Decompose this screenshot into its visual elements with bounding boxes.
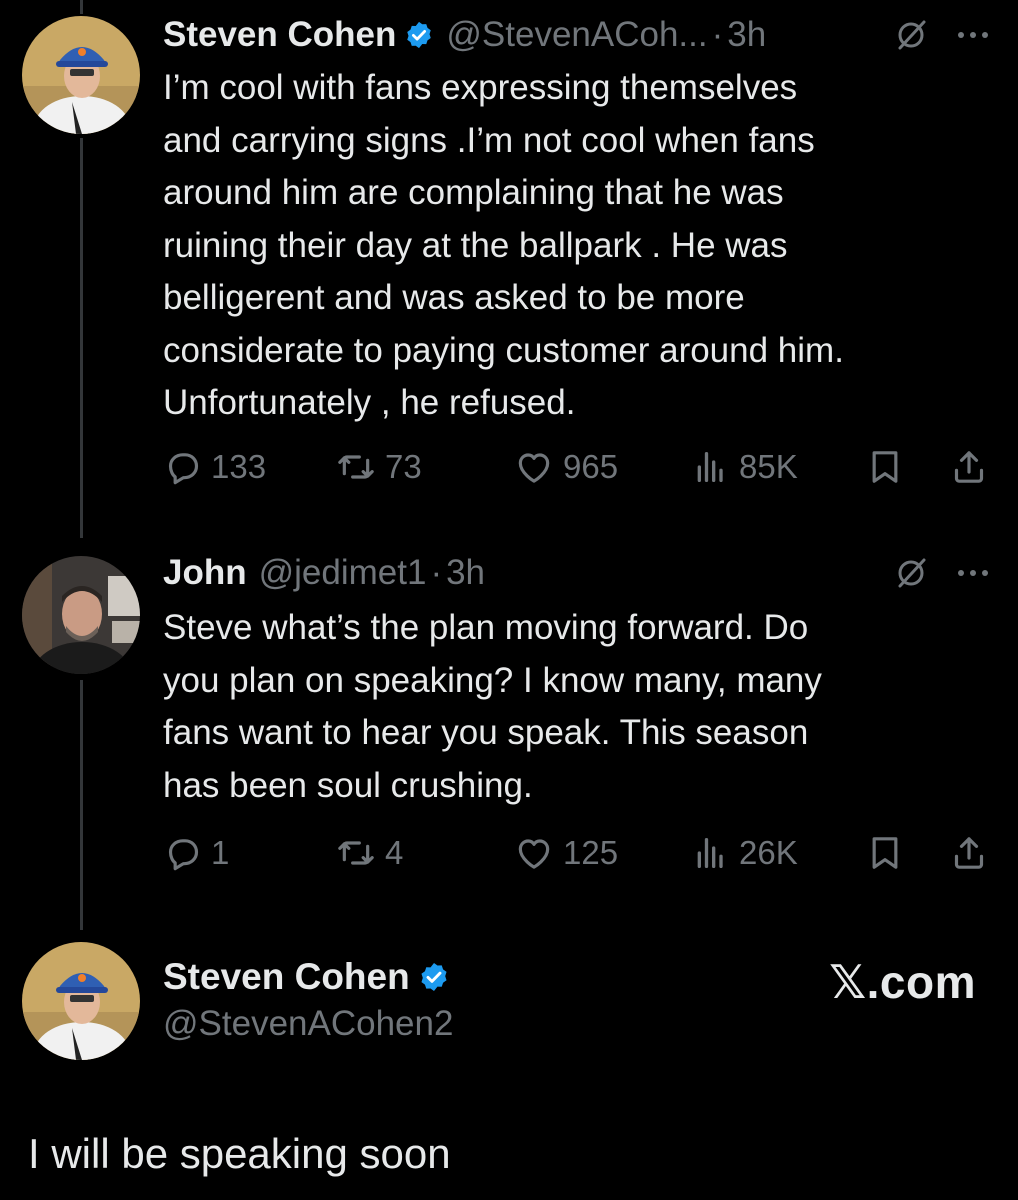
timestamp[interactable]: 3h	[446, 553, 485, 593]
reply-count: 1	[211, 834, 230, 871]
bookmark-button[interactable]	[865, 442, 913, 492]
tweet-text: Steve what’s the plan moving forward. Do…	[163, 608, 822, 805]
thread-line-1	[80, 138, 83, 538]
more-icon[interactable]	[956, 29, 990, 41]
views-icon	[697, 452, 723, 482]
like-button[interactable]: 125	[513, 828, 618, 878]
repost-count: 4	[385, 834, 404, 871]
bookmark-icon	[872, 451, 898, 483]
reply-button[interactable]: 1	[163, 828, 229, 878]
handle[interactable]: @StevenACohen2	[163, 1004, 453, 1044]
tweet-actions: 133 73 965 85K	[163, 442, 995, 492]
separator-dot: ·	[711, 15, 724, 54]
like-icon	[518, 839, 550, 869]
reply-icon	[168, 839, 199, 871]
reply-text: I will be speaking soon	[28, 1130, 451, 1177]
avatar-steven-cohen[interactable]	[22, 16, 140, 134]
display-name[interactable]: Steven Cohen	[163, 15, 396, 55]
thread-line-top	[80, 0, 83, 14]
repost-icon	[338, 455, 374, 479]
share-icon	[954, 837, 984, 869]
profile-card-name-row: Steven Cohen	[163, 952, 450, 1002]
views-count: 26K	[739, 834, 798, 871]
tweet-actions: 1 4 125 26K	[163, 828, 995, 878]
grok-icon[interactable]	[894, 556, 928, 590]
like-count: 965	[563, 448, 619, 485]
more-icon[interactable]	[956, 567, 990, 579]
avatar-john[interactable]	[22, 556, 140, 674]
display-name[interactable]: Steven Cohen	[163, 956, 410, 998]
grok-icon[interactable]	[894, 18, 928, 52]
like-button[interactable]: 965	[513, 442, 618, 492]
views-button[interactable]: 85K	[691, 442, 798, 492]
handle[interactable]: @jedimet1	[259, 553, 427, 593]
share-icon	[954, 451, 984, 483]
verified-badge-icon	[404, 20, 434, 50]
separator-dot: ·	[430, 553, 443, 592]
repost-button[interactable]: 73	[335, 442, 422, 492]
tweet-header: Steven Cohen @StevenACoh... · 3h	[163, 11, 990, 59]
reply-icon	[168, 453, 199, 485]
thread-line-2	[80, 680, 83, 930]
repost-count: 73	[385, 448, 422, 485]
views-button[interactable]: 26K	[691, 828, 798, 878]
avatar-steven-cohen[interactable]	[22, 942, 140, 1060]
reply-count: 133	[211, 448, 267, 485]
like-icon	[518, 453, 550, 483]
verified-badge-icon	[418, 961, 450, 993]
handle[interactable]: @StevenACoh...	[446, 15, 707, 55]
repost-button[interactable]: 4	[335, 828, 403, 878]
repost-icon	[338, 841, 374, 865]
display-name[interactable]: John	[163, 553, 247, 593]
tweet-header: John @jedimet1 · 3h	[163, 549, 990, 597]
tweet-text: I’m cool with fans expressing themselves…	[163, 68, 844, 422]
bookmark-button[interactable]	[865, 828, 913, 878]
views-icon	[697, 838, 723, 868]
share-button[interactable]	[949, 442, 997, 492]
bookmark-icon	[872, 837, 898, 869]
like-count: 125	[563, 834, 619, 871]
share-button[interactable]	[949, 828, 997, 878]
x-brand-logo: 𝕏.com	[829, 956, 976, 1008]
reply-button[interactable]: 133	[163, 442, 266, 492]
timestamp[interactable]: 3h	[727, 15, 766, 55]
views-count: 85K	[739, 448, 798, 485]
